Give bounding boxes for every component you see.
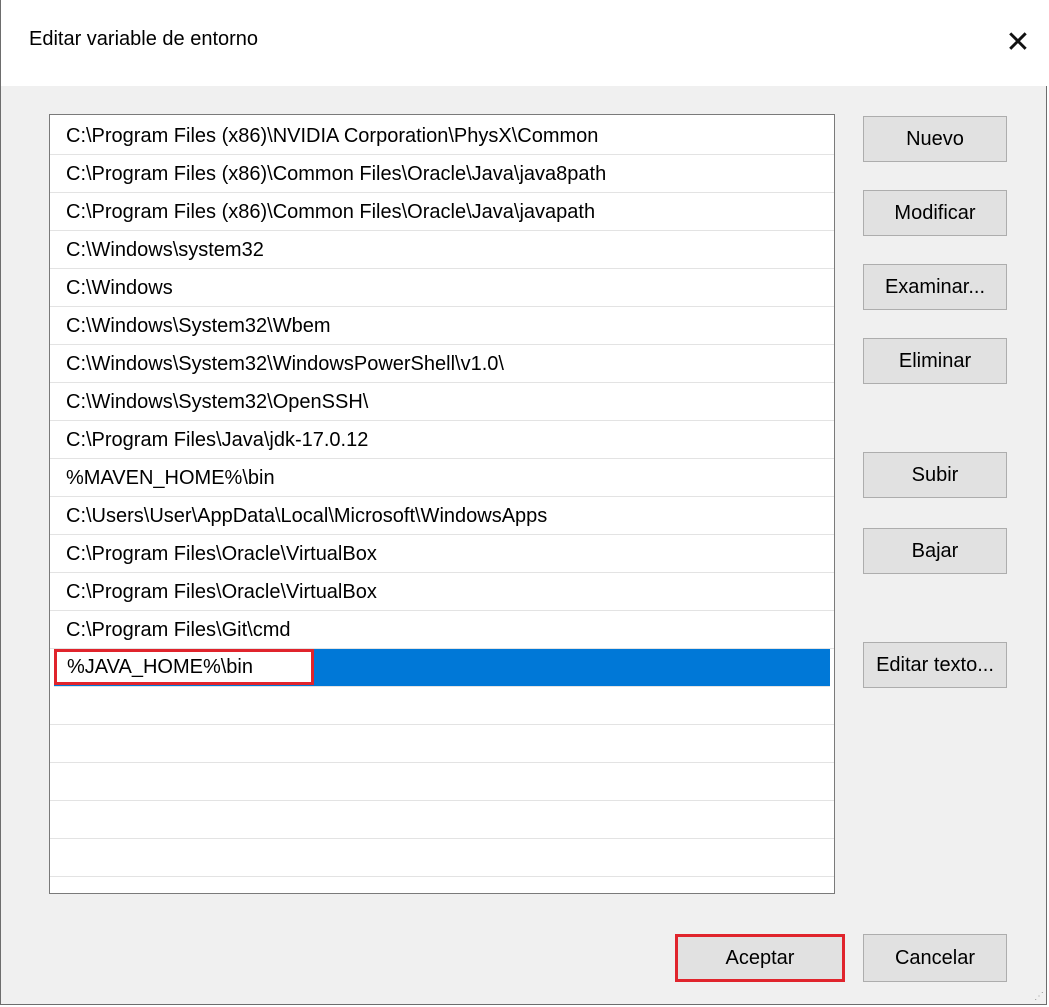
title-bar: Editar variable de entorno ✕	[1, 0, 1048, 86]
list-item-empty[interactable]	[50, 763, 834, 801]
list-item[interactable]: C:\Program Files\Oracle\VirtualBox	[50, 573, 834, 611]
list-item[interactable]: %MAVEN_HOME%\bin	[50, 459, 834, 497]
list-item[interactable]: C:\Program Files\Oracle\VirtualBox	[50, 535, 834, 573]
list-item[interactable]: C:\Windows\System32\WindowsPowerShell\v1…	[50, 345, 834, 383]
edit-text-button[interactable]: Editar texto...	[863, 642, 1007, 688]
list-item[interactable]: C:\Program Files\Git\cmd	[50, 611, 834, 649]
browse-button[interactable]: Examinar...	[863, 264, 1007, 310]
close-icon[interactable]: ✕	[996, 18, 1040, 66]
list-item[interactable]: C:\Windows\System32\OpenSSH\	[50, 383, 834, 421]
accept-button[interactable]: Aceptar	[675, 934, 845, 982]
list-item[interactable]: C:\Program Files (x86)\NVIDIA Corporatio…	[50, 117, 834, 155]
cancel-button[interactable]: Cancelar	[863, 934, 1007, 982]
list-item-empty[interactable]	[50, 801, 834, 839]
move-down-button[interactable]: Bajar	[863, 528, 1007, 574]
dialog-title: Editar variable de entorno	[29, 28, 259, 50]
list-item[interactable]: C:\Program Files (x86)\Common Files\Orac…	[50, 193, 834, 231]
list-item[interactable]: C:\Program Files\Java\jdk-17.0.12	[50, 421, 834, 459]
resize-grip-icon[interactable]: ⋰	[1034, 991, 1044, 1002]
list-item-selected[interactable]	[54, 649, 830, 687]
new-button[interactable]: Nuevo	[863, 116, 1007, 162]
path-edit-input[interactable]	[54, 649, 314, 685]
list-item-empty[interactable]	[50, 725, 834, 763]
move-up-button[interactable]: Subir	[863, 452, 1007, 498]
modify-button[interactable]: Modificar	[863, 190, 1007, 236]
list-item-empty[interactable]	[50, 687, 834, 725]
list-item[interactable]: C:\Windows\system32	[50, 231, 834, 269]
list-item[interactable]: C:\Users\User\AppData\Local\Microsoft\Wi…	[50, 497, 834, 535]
list-item-empty[interactable]	[50, 877, 834, 893]
path-list[interactable]: C:\Program Files (x86)\NVIDIA Corporatio…	[49, 114, 835, 894]
delete-button[interactable]: Eliminar	[863, 338, 1007, 384]
list-item[interactable]: C:\Windows\System32\Wbem	[50, 307, 834, 345]
list-item[interactable]: C:\Program Files (x86)\Common Files\Orac…	[50, 155, 834, 193]
list-item[interactable]: C:\Windows	[50, 269, 834, 307]
edit-env-variable-dialog: Editar variable de entorno ✕ C:\Program …	[0, 0, 1048, 1005]
list-item-empty[interactable]	[50, 839, 834, 877]
